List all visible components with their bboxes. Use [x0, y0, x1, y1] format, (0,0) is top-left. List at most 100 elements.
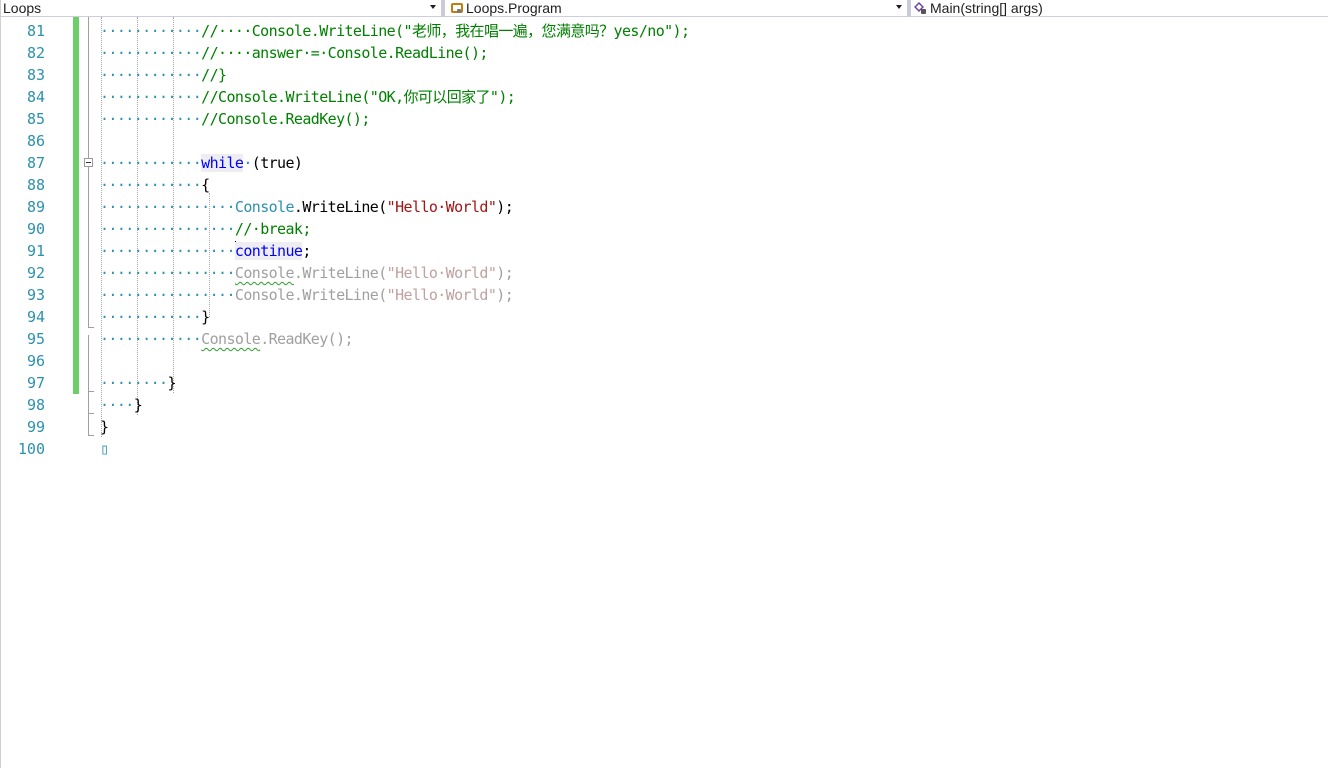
code-text[interactable]: ············//} — [100, 64, 227, 86]
code-token: .WriteLine( — [293, 264, 387, 282]
code-line[interactable]: 82 ············//····answer·=·Console.Rea… — [1, 42, 1328, 64]
line-number: 94 — [26, 308, 45, 326]
code-token: ); — [496, 264, 514, 282]
project-dropdown[interactable]: Loops — [3, 0, 439, 16]
code-token: { — [201, 176, 210, 194]
line-number: 84 — [26, 88, 45, 106]
code-token: "Hello·World" — [386, 198, 497, 216]
code-text[interactable]: ················Console.WriteLine("Hello… — [100, 284, 514, 306]
code-token: //} — [201, 66, 227, 84]
code-text[interactable]: ············Console.ReadKey(); — [100, 328, 354, 350]
code-token: ); — [496, 198, 514, 216]
line-number: 95 — [26, 330, 45, 348]
code-line[interactable]: 90 ················//·break; — [1, 218, 1328, 240]
code-text[interactable]: ············{ — [100, 174, 210, 196]
code-line[interactable]: 84 ············//Console.WriteLine("OK,你可… — [1, 86, 1328, 108]
chevron-down-icon — [430, 5, 436, 9]
code-text[interactable]: ▯ — [100, 438, 109, 460]
line-number: 89 — [26, 198, 45, 216]
code-token: "Hello·World" — [386, 286, 497, 304]
type-dropdown[interactable]: Loops.Program — [449, 0, 905, 16]
code-token: ···· — [100, 396, 134, 414]
project-dropdown-label: Loops — [3, 0, 42, 16]
method-icon — [913, 1, 927, 15]
line-number: 97 — [26, 374, 45, 392]
code-token: Console — [234, 264, 295, 282]
code-line[interactable]: 99} — [1, 416, 1328, 438]
code-token: ················ — [100, 264, 236, 282]
code-token: //·break; — [234, 220, 311, 238]
code-token: "Hello·World" — [386, 264, 497, 282]
code-token: Console — [234, 198, 295, 216]
code-text[interactable]: ················Console.WriteLine("Hello… — [100, 262, 514, 284]
code-text[interactable]: ················//·break; — [100, 218, 311, 240]
line-number: 83 — [26, 66, 45, 84]
code-text[interactable]: ················continue; — [100, 240, 311, 262]
code-token: ············ — [100, 44, 202, 62]
navbar-divider — [441, 0, 445, 17]
code-text[interactable]: ············//Console.ReadKey(); — [100, 108, 370, 130]
code-token: } — [167, 374, 176, 392]
code-token: ············ — [100, 330, 202, 348]
code-line[interactable]: 86 — [1, 130, 1328, 152]
code-token: ············ — [100, 110, 202, 128]
code-text[interactable]: ····} — [100, 394, 143, 416]
code-token: ); — [496, 286, 514, 304]
code-line[interactable]: 89 ················Console.WriteLine("Hel… — [1, 196, 1328, 218]
code-line[interactable]: 81 ············//····Console.WriteLine("老… — [1, 20, 1328, 42]
code-text[interactable]: ············//Console.WriteLine("OK,你可以回… — [100, 86, 516, 108]
code-line[interactable]: 88 ············{ — [1, 174, 1328, 196]
code-token: ············ — [100, 154, 202, 172]
code-token: ▯ — [100, 440, 109, 458]
code-line[interactable]: 98 ····} — [1, 394, 1328, 416]
line-number: 100 — [17, 440, 45, 458]
code-token: ········ — [100, 374, 168, 392]
line-number: 99 — [26, 418, 45, 436]
code-line[interactable]: 91 ················continue; — [1, 240, 1328, 262]
member-dropdown[interactable]: Main(string[] args) — [913, 0, 1328, 16]
code-line[interactable]: 85 ············//Console.ReadKey(); — [1, 108, 1328, 130]
code-token: Console — [201, 330, 261, 348]
code-token: } — [133, 396, 143, 414]
line-number: 90 — [26, 220, 45, 238]
code-token: (true) — [251, 154, 303, 172]
line-number: 91 — [26, 242, 45, 260]
line-number: 96 — [26, 352, 45, 370]
code-token: ············ — [100, 308, 202, 326]
line-number: 93 — [26, 286, 45, 304]
code-token: ················ — [100, 242, 236, 260]
code-text[interactable]: ············while·(true) — [100, 152, 303, 174]
code-text[interactable]: ············//····answer·=·Console.ReadL… — [100, 42, 488, 64]
code-text[interactable]: } — [100, 416, 109, 438]
code-line[interactable]: 96 — [1, 350, 1328, 372]
code-token: //····answer·=·Console.ReadLine(); — [201, 44, 488, 62]
class-icon — [449, 1, 463, 15]
line-number: 85 — [26, 110, 45, 128]
code-line[interactable]: 92 ················Console.WriteLine("Hel… — [1, 262, 1328, 284]
code-token: ············ — [100, 88, 202, 106]
code-line[interactable]: 100 ▯ — [1, 438, 1328, 460]
code-text[interactable]: ········} — [100, 372, 177, 394]
chevron-down-icon — [896, 5, 902, 9]
code-token: .ReadKey(); — [260, 330, 353, 348]
code-line[interactable]: 94 ············} — [1, 306, 1328, 328]
code-token: //Console.WriteLine("OK,你可以回家了"); — [201, 88, 516, 106]
code-token: ············ — [100, 66, 202, 84]
code-editor[interactable]: 81 ············//····Console.WriteLine("老… — [1, 17, 1328, 768]
line-number: 81 — [26, 22, 45, 40]
code-text[interactable]: ············} — [100, 306, 210, 328]
code-line[interactable]: 83 ············//} — [1, 64, 1328, 86]
code-line[interactable]: 87 ············while·(true) — [1, 152, 1328, 174]
code-token: Console.WriteLine( — [234, 286, 387, 304]
code-text[interactable]: ················Console.WriteLine("Hello… — [100, 196, 514, 218]
code-line[interactable]: 97 ········} — [1, 372, 1328, 394]
code-line[interactable]: 93 ················Console.WriteLine("Hel… — [1, 284, 1328, 306]
line-number: 88 — [26, 176, 45, 194]
code-text[interactable]: ············//····Console.WriteLine("老师，… — [100, 20, 690, 42]
line-number: 86 — [26, 132, 45, 150]
code-token: ················ — [100, 220, 236, 238]
code-token: } — [201, 308, 210, 326]
navigation-bar: Loops Loops.Program Main(string[] args) — [1, 0, 1328, 17]
code-line[interactable]: 95 ············Console.ReadKey(); — [1, 328, 1328, 350]
code-token: } — [100, 418, 109, 436]
